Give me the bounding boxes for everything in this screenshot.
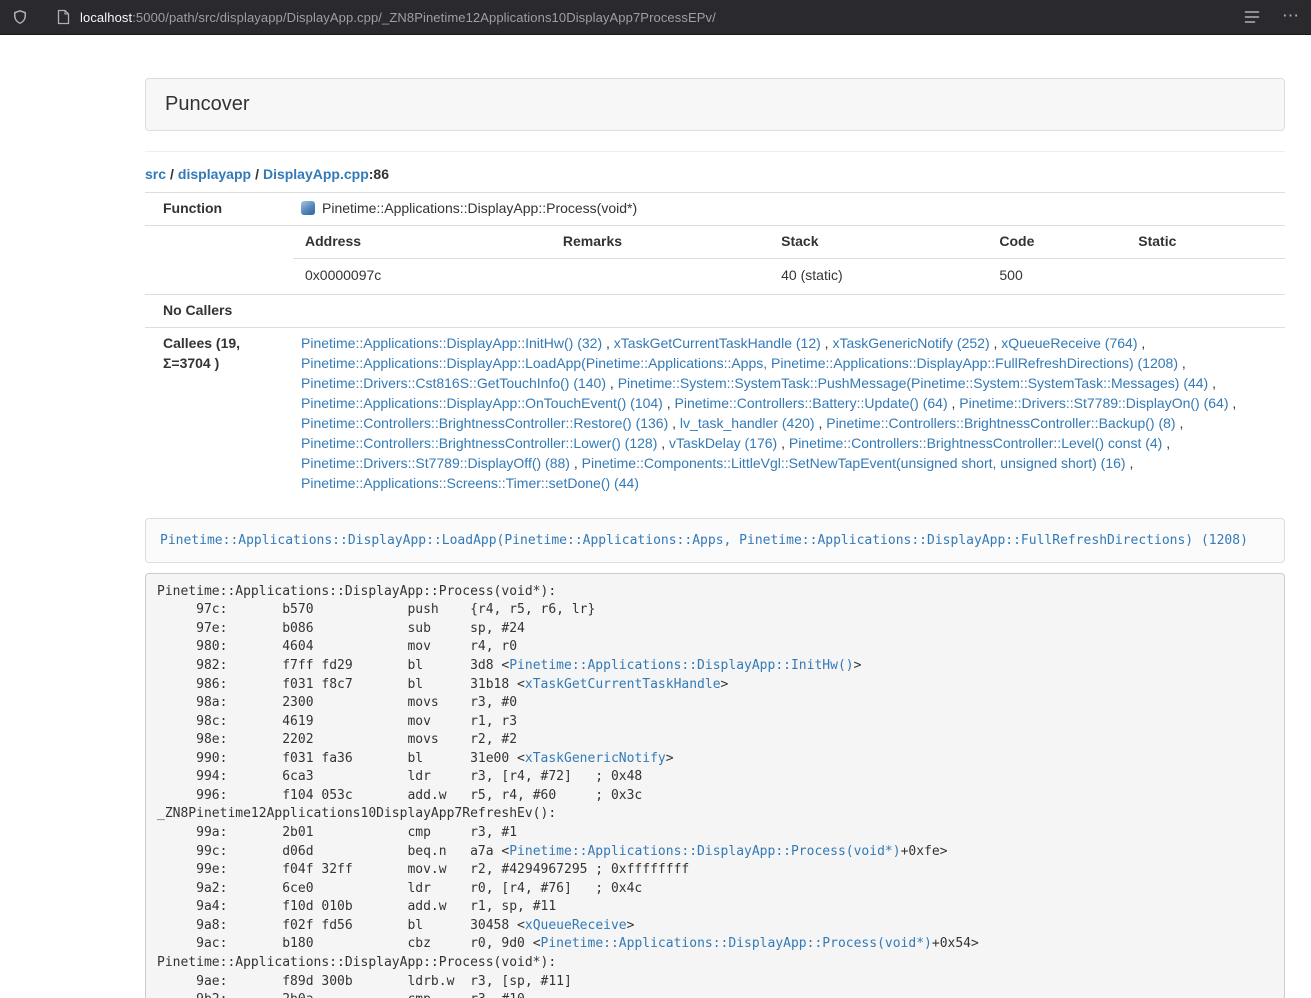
callee-link[interactable]: Pinetime::Controllers::Battery::Update()… [675, 395, 948, 411]
function-name-cell: Pinetime::Applications::DisplayApp::Proc… [293, 193, 1285, 226]
callee-link[interactable]: lv_task_handler (420) [680, 415, 815, 431]
value-stack: 40 (static) [769, 258, 987, 293]
breadcrumb: src/displayapp/DisplayApp.cpp:86 [145, 166, 1285, 182]
reader-view-icon[interactable] [1244, 10, 1260, 24]
divider [145, 151, 1285, 152]
callee-link[interactable]: Pinetime::Applications::DisplayApp::Init… [301, 335, 602, 351]
col-stack: Stack [769, 226, 987, 258]
callee-link[interactable]: Pinetime::Applications::Screens::Timer::… [301, 475, 639, 491]
url-bar[interactable]: localhost:5000/path/src/displayapp/Displ… [80, 10, 1244, 25]
tracking-protection-shield-icon[interactable] [12, 9, 28, 25]
breadcrumb-separator: / [166, 166, 178, 182]
stats-value-row: 0x0000097c 40 (static) 500 [293, 258, 1285, 293]
highlighted-symbol-panel: Pinetime::Applications::DisplayApp::Load… [145, 518, 1285, 563]
disasm-symbol-link[interactable]: xTaskGetCurrentTaskHandle [525, 677, 721, 692]
breadcrumb-separator: / [251, 166, 263, 182]
stats-header-row: Address Remarks Stack Code Static [293, 226, 1285, 258]
callers-row: No Callers [145, 294, 1285, 327]
function-row: Function Pinetime::Applications::Display… [145, 193, 1285, 226]
callers-label: No Callers [145, 294, 293, 327]
callee-link[interactable]: Pinetime::Controllers::BrightnessControl… [826, 415, 1175, 431]
empty-label-cell [145, 225, 293, 294]
callee-link[interactable]: xQueueReceive (764) [1001, 335, 1137, 351]
callee-link[interactable]: Pinetime::Controllers::BrightnessControl… [301, 435, 657, 451]
callee-link[interactable]: Pinetime::Drivers::Cst816S::GetTouchInfo… [301, 375, 606, 391]
function-name: Pinetime::Applications::DisplayApp::Proc… [322, 200, 637, 216]
value-address: 0x0000097c [293, 258, 551, 293]
callee-link[interactable]: Pinetime::Drivers::St7789::DisplayOff() … [301, 455, 570, 471]
callees-list: Pinetime::Applications::DisplayApp::Init… [293, 327, 1285, 499]
callers-cell [293, 294, 1285, 327]
callee-link[interactable]: Pinetime::Controllers::BrightnessControl… [301, 415, 668, 431]
url-path: :5000/path/src/displayapp/DisplayApp.cpp… [132, 10, 716, 25]
function-type-icon [301, 201, 315, 215]
callee-link[interactable]: Pinetime::Drivers::St7789::DisplayOn() (… [959, 395, 1228, 411]
value-remarks [551, 258, 769, 293]
callee-link[interactable]: Pinetime::Controllers::BrightnessControl… [789, 435, 1162, 451]
function-stats-cell: Address Remarks Stack Code Static 0x0000… [293, 225, 1285, 294]
disassembly-code-block: Pinetime::Applications::DisplayApp::Proc… [145, 573, 1285, 998]
callees-row: Callees (19, Σ=3704 ) Pinetime::Applicat… [145, 327, 1285, 499]
breadcrumb-link-displayapp[interactable]: displayapp [178, 166, 251, 182]
disasm-symbol-link[interactable]: xTaskGenericNotify [525, 751, 666, 766]
url-host: localhost [80, 10, 132, 25]
function-stats-row: Address Remarks Stack Code Static 0x0000… [145, 225, 1285, 294]
disasm-symbol-link[interactable]: Pinetime::Applications::DisplayApp::Init… [509, 658, 853, 673]
site-identity-page-icon[interactable] [56, 9, 70, 25]
overflow-menu-icon[interactable]: ⋯ [1282, 7, 1299, 28]
breadcrumb-link-file[interactable]: DisplayApp.cpp [263, 166, 369, 182]
callee-link[interactable]: Pinetime::System::SystemTask::PushMessag… [618, 375, 1209, 391]
callee-link[interactable]: vTaskDelay (176) [669, 435, 777, 451]
app-title: Puncover [165, 93, 250, 115]
col-remarks: Remarks [551, 226, 769, 258]
disasm-symbol-link[interactable]: Pinetime::Applications::DisplayApp::Proc… [509, 844, 900, 859]
value-code: 500 [987, 258, 1126, 293]
callee-link[interactable]: Pinetime::Applications::DisplayApp::Load… [301, 355, 1178, 371]
callee-link[interactable]: xTaskGenericNotify (252) [832, 335, 989, 351]
page-container: Puncover src/displayapp/DisplayApp.cpp:8… [145, 35, 1285, 998]
value-static [1126, 258, 1285, 293]
breadcrumb-link-src[interactable]: src [145, 166, 166, 182]
disasm-symbol-link[interactable]: xQueueReceive [525, 918, 627, 933]
callee-link[interactable]: xTaskGetCurrentTaskHandle (12) [614, 335, 821, 351]
callee-link[interactable]: Pinetime::Applications::DisplayApp::OnTo… [301, 395, 663, 411]
callees-label: Callees (19, Σ=3704 ) [145, 327, 293, 499]
symbol-table: Function Pinetime::Applications::Display… [145, 192, 1285, 500]
disasm-symbol-link[interactable]: Pinetime::Applications::DisplayApp::Proc… [541, 936, 932, 951]
callee-link[interactable]: Pinetime::Components::LittleVgl::SetNewT… [582, 455, 1126, 471]
col-static: Static [1126, 226, 1285, 258]
col-address: Address [293, 226, 551, 258]
function-row-label: Function [145, 193, 293, 226]
col-code: Code [987, 226, 1126, 258]
function-stats-table: Address Remarks Stack Code Static 0x0000… [293, 226, 1285, 294]
app-title-panel: Puncover [145, 78, 1285, 131]
browser-chrome: localhost:5000/path/src/displayapp/Displ… [0, 0, 1311, 35]
highlighted-symbol-link[interactable]: Pinetime::Applications::DisplayApp::Load… [160, 533, 1248, 548]
breadcrumb-line-number: :86 [369, 166, 389, 182]
